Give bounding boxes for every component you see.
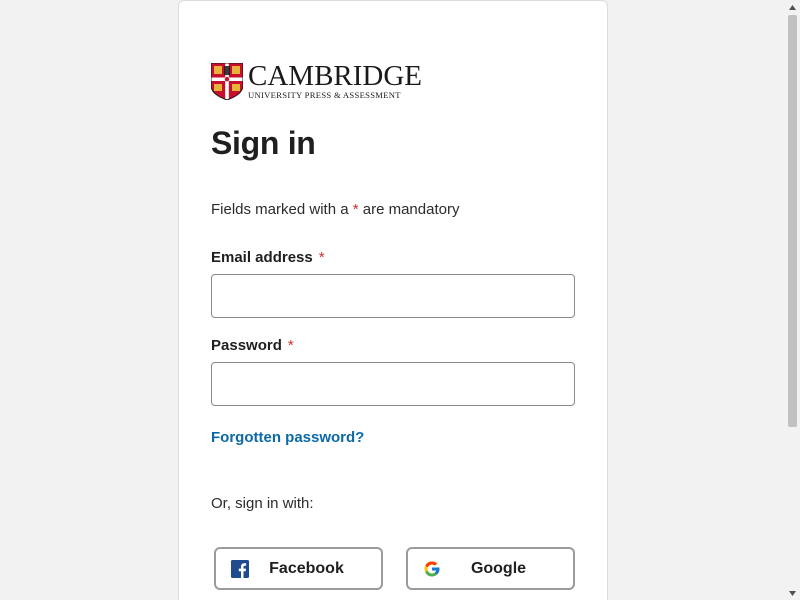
- forgotten-password-link[interactable]: Forgotten password?: [211, 428, 364, 448]
- password-label-text: Password: [211, 337, 282, 354]
- mandatory-note: Fields marked with a * are mandatory: [211, 200, 459, 220]
- scrollbar-thumb[interactable]: [788, 15, 797, 427]
- mandatory-suffix: are mandatory: [362, 201, 460, 218]
- mandatory-prefix: Fields marked with a: [211, 201, 349, 218]
- page: CAMBRIDGE UNIVERSITY PRESS & ASSESSMENT …: [0, 0, 800, 600]
- facebook-button[interactable]: Facebook: [214, 547, 383, 590]
- email-required-star: *: [318, 249, 325, 266]
- cambridge-logo[interactable]: CAMBRIDGE UNIVERSITY PRESS & ASSESSMENT: [211, 60, 427, 101]
- page-title: Sign in: [211, 125, 316, 161]
- cambridge-shield-icon: [211, 63, 243, 100]
- google-button[interactable]: Google: [406, 547, 575, 590]
- scroll-up-arrow-icon[interactable]: [785, 0, 800, 14]
- sign-in-card: CAMBRIDGE UNIVERSITY PRESS & ASSESSMENT …: [178, 0, 608, 600]
- logo-text: CAMBRIDGE UNIVERSITY PRESS & ASSESSMENT: [248, 60, 423, 101]
- facebook-label: Facebook: [269, 560, 344, 577]
- brand-name: CAMBRIDGE: [248, 60, 423, 92]
- email-label-text: Email address: [211, 249, 313, 266]
- email-label: Email address *: [211, 248, 325, 268]
- social-intro: Or, sign in with:: [211, 495, 314, 512]
- email-field[interactable]: [211, 274, 575, 318]
- required-star: *: [352, 201, 359, 218]
- password-label: Password *: [211, 336, 294, 356]
- vertical-scrollbar[interactable]: [785, 0, 800, 600]
- password-field[interactable]: [211, 362, 575, 406]
- google-label: Google: [470, 560, 527, 577]
- password-required-star: *: [287, 337, 294, 354]
- brand-tagline: UNIVERSITY PRESS & ASSESSMENT: [248, 90, 401, 100]
- scroll-down-arrow-icon[interactable]: [785, 586, 800, 600]
